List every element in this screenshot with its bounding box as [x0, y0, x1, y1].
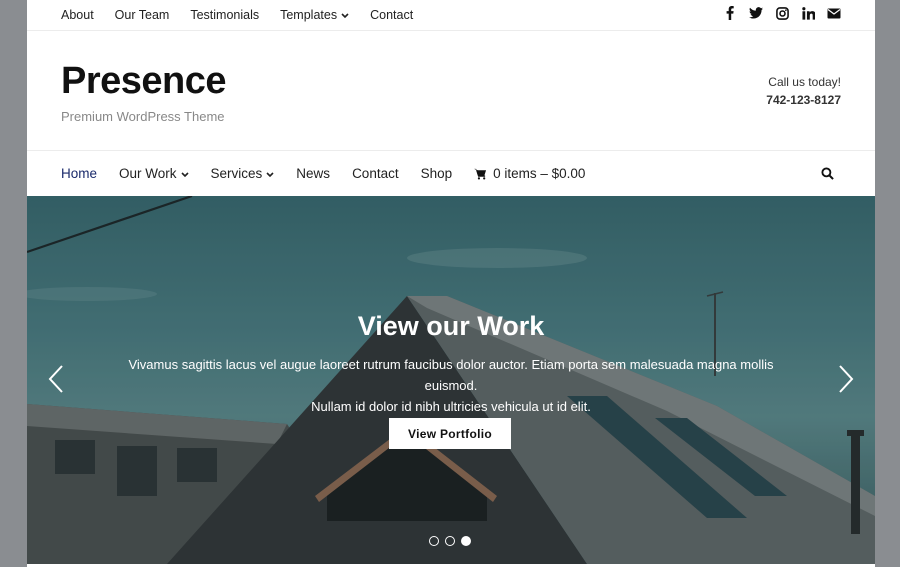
top-bar: About Our Team Testimonials Templates Co…: [27, 0, 875, 31]
slider-prev-arrow-icon[interactable]: [47, 364, 65, 394]
top-nav: About Our Team Testimonials Templates Co…: [61, 8, 434, 22]
main-nav: Home Our Work Services News Contact Shop…: [27, 152, 875, 196]
hero-title: View our Work: [357, 311, 545, 341]
instagram-icon[interactable]: [775, 6, 789, 20]
slider-dot-1[interactable]: [429, 536, 439, 546]
hero-description-line: Nullam id dolor id nibh ultricies vehicu…: [311, 399, 591, 414]
nav-item-services-label: Services: [210, 166, 263, 181]
nav-item-our-work[interactable]: Our Work: [119, 166, 189, 182]
twitter-icon[interactable]: [749, 6, 763, 20]
call-us-label: Call us today!: [768, 75, 841, 89]
nav-item-services[interactable]: Services: [211, 166, 275, 182]
site-tagline: Premium WordPress Theme: [61, 109, 225, 124]
top-link-about[interactable]: About: [61, 8, 94, 22]
page: About Our Team Testimonials Templates Co…: [27, 0, 875, 567]
top-link-testimonials[interactable]: Testimonials: [190, 8, 259, 22]
nav-cart[interactable]: 0 items – $0.00: [474, 166, 585, 182]
email-icon[interactable]: [827, 6, 841, 20]
top-link-contact[interactable]: Contact: [370, 8, 413, 22]
site-header: Presence Premium WordPress Theme Call us…: [27, 31, 875, 151]
top-link-templates[interactable]: Templates: [280, 8, 349, 22]
cart-icon: [474, 168, 487, 180]
cart-summary: 0 items – $0.00: [493, 166, 586, 181]
linkedin-icon[interactable]: [801, 6, 815, 20]
social-links: [723, 6, 841, 20]
slider-dots: [429, 536, 471, 546]
top-link-our-team[interactable]: Our Team: [115, 8, 170, 22]
top-link-templates-label: Templates: [280, 8, 338, 22]
hero-description-line: Vivamus sagittis lacus vel augue laoreet…: [128, 357, 774, 393]
chevron-down-icon: [341, 8, 349, 22]
chevron-down-icon: [180, 166, 189, 182]
nav-item-contact[interactable]: Contact: [352, 166, 399, 182]
chevron-down-icon: [266, 166, 274, 182]
nav-item-our-work-label: Our Work: [119, 166, 177, 181]
slider-dot-3[interactable]: [461, 536, 471, 546]
nav-item-home[interactable]: Home: [61, 166, 97, 182]
nav-item-news[interactable]: News: [296, 166, 330, 182]
phone-number[interactable]: 742-123-8127: [766, 93, 841, 107]
facebook-icon[interactable]: [723, 6, 737, 20]
hero-description: Vivamus sagittis lacus vel augue laoreet…: [101, 354, 801, 417]
slider-next-arrow-icon[interactable]: [837, 364, 855, 394]
hero-slider: View our Work Vivamus sagittis lacus vel…: [27, 196, 875, 564]
nav-item-shop[interactable]: Shop: [421, 166, 453, 182]
view-portfolio-button[interactable]: View Portfolio: [389, 418, 511, 449]
site-title[interactable]: Presence: [61, 59, 227, 103]
search-icon[interactable]: [821, 167, 835, 181]
slider-dot-2[interactable]: [445, 536, 455, 546]
